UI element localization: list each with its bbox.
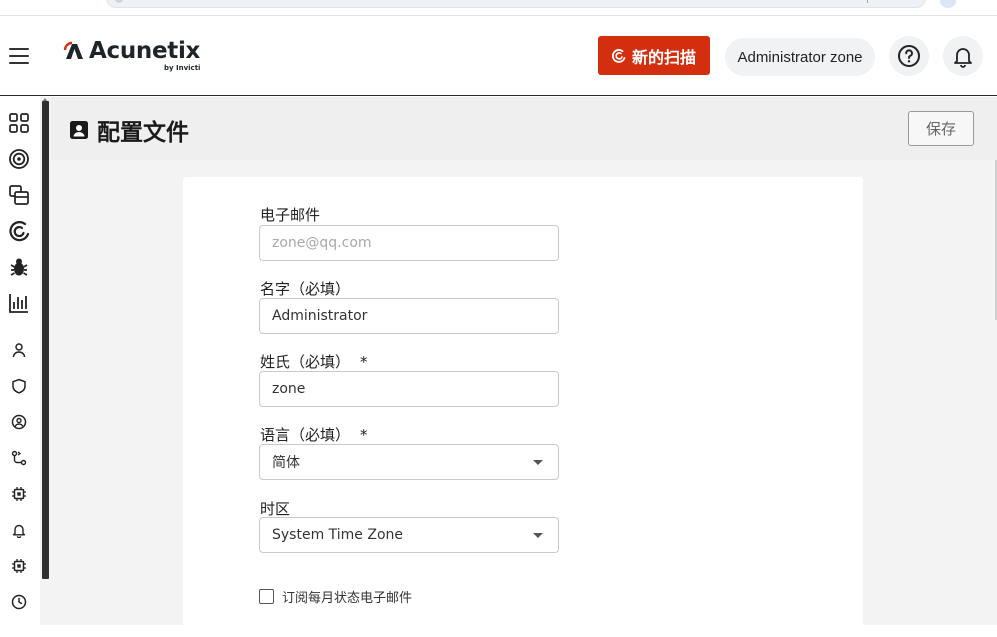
- main-content: 配置文件 保存 电子邮件 zone@qq.com 名字（必填） Administ…: [51, 97, 997, 637]
- browser-strip: [0, 0, 997, 16]
- bell-icon: [954, 48, 972, 68]
- integrations-icon: [11, 450, 27, 466]
- clock-icon: [11, 594, 27, 610]
- sidebar-item-scan[interactable]: [7, 219, 31, 243]
- browser-address-bar[interactable]: [106, 0, 926, 8]
- user-menu-button[interactable]: Administrator zone: [725, 38, 875, 76]
- sidebar-item-vulnerabilities[interactable]: [7, 255, 31, 279]
- acunetix-logo[interactable]: Acunetix by Invicti: [63, 38, 203, 74]
- sidebar-scrollbar-thumb[interactable]: [42, 101, 49, 579]
- timezone-select[interactable]: System Time Zone: [259, 517, 559, 553]
- required-marker: *: [360, 353, 368, 371]
- processor-icon: [12, 559, 26, 573]
- first-name-label: 名字（必填）: [260, 280, 351, 298]
- acunetix-scan-icon: [9, 221, 30, 242]
- sidebar-item-integrations[interactable]: [7, 446, 31, 470]
- sidebar-item-history[interactable]: [7, 590, 31, 614]
- language-value: 简体: [272, 455, 300, 471]
- email-field[interactable]: zone@qq.com: [259, 225, 559, 261]
- subscribe-checkbox[interactable]: [259, 589, 274, 604]
- sidebar-item-dashboard[interactable]: [7, 111, 31, 135]
- subscribe-label: 订阅每月状态电子邮件: [282, 591, 413, 606]
- dashboard-icon: [9, 113, 29, 133]
- help-button[interactable]: [889, 36, 929, 76]
- chip-icon: [12, 487, 26, 501]
- required-marker: *: [360, 426, 368, 444]
- page-header: 配置文件 保存: [51, 97, 997, 160]
- sidebar-item-scans[interactable]: [7, 183, 31, 207]
- email-label: 电子邮件: [260, 206, 321, 224]
- logo-text: Acunetix: [89, 38, 201, 64]
- acunetix-logo-icon: [63, 41, 83, 59]
- language-select[interactable]: 简体: [259, 444, 559, 480]
- user-icon: [12, 343, 26, 358]
- profile-card-icon: [70, 121, 88, 139]
- save-button[interactable]: 保存: [908, 111, 974, 146]
- bell-icon: [12, 524, 26, 538]
- sidebar-item-workers[interactable]: [7, 554, 31, 578]
- address-bar-separator: [867, 0, 875, 3]
- profile-form-card: 电子邮件 zone@qq.com 名字（必填） Administrator 姓氏…: [183, 177, 863, 637]
- logo-subtitle: by Invicti: [164, 64, 201, 72]
- chevron-down-icon: [533, 533, 543, 538]
- sidebar-item-roles[interactable]: [7, 410, 31, 434]
- shield-icon: [12, 378, 26, 394]
- last-name-field[interactable]: zone: [259, 371, 559, 407]
- sidebar-item-users[interactable]: [7, 338, 31, 362]
- roles-icon: [11, 414, 27, 430]
- sidebar-item-scan-engines[interactable]: [7, 482, 31, 506]
- sidebar-item-notifications[interactable]: [7, 518, 31, 542]
- timezone-value: System Time Zone: [272, 527, 404, 543]
- sidebar-item-security[interactable]: [7, 374, 31, 398]
- new-scan-button[interactable]: 新的扫描: [598, 36, 710, 75]
- sidebar-item-targets[interactable]: [7, 147, 31, 171]
- last-name-label: 姓氏（必填） *: [260, 353, 368, 371]
- page-title-text: 配置文件: [97, 120, 189, 146]
- scans-icon: [9, 185, 29, 205]
- address-bar-icon: [115, 0, 123, 3]
- help-icon: [898, 45, 920, 67]
- sidebar: [0, 97, 40, 625]
- page-title: 配置文件: [69, 113, 189, 147]
- scan-icon: [611, 48, 626, 63]
- notifications-button[interactable]: [943, 36, 983, 76]
- language-label: 语言（必填） *: [260, 426, 368, 444]
- timezone-label: 时区: [260, 500, 291, 518]
- subscribe-option[interactable]: 订阅每月状态电子邮件: [259, 587, 412, 606]
- bug-icon: [10, 258, 28, 276]
- sidebar-item-reports[interactable]: [7, 291, 31, 315]
- targets-icon: [9, 149, 29, 169]
- menu-toggle-icon[interactable]: [9, 48, 29, 64]
- top-header: Acunetix by Invicti 新的扫描 Administrator z…: [0, 16, 997, 96]
- new-scan-label: 新的扫描: [631, 47, 696, 67]
- chevron-down-icon: [533, 460, 543, 465]
- first-name-field[interactable]: Administrator: [259, 298, 559, 334]
- reports-icon: [9, 294, 28, 313]
- browser-profile-icon[interactable]: [940, 0, 956, 8]
